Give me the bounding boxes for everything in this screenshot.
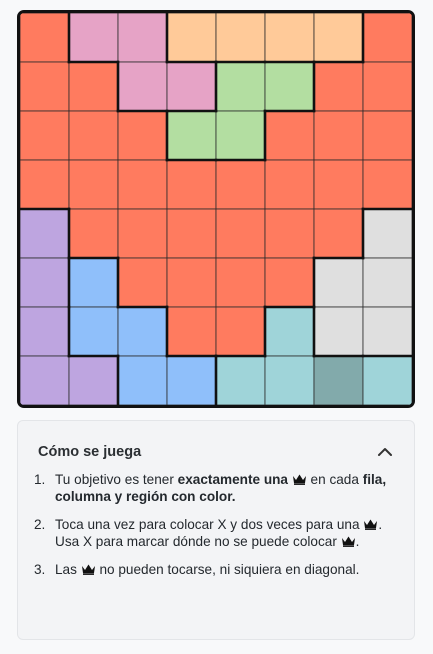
board-cell[interactable] — [68, 61, 119, 112]
board-cell[interactable] — [264, 208, 315, 259]
board-cell[interactable] — [215, 61, 266, 112]
board-cell[interactable] — [117, 355, 168, 405]
board-cell[interactable] — [68, 355, 119, 405]
board-cell[interactable] — [362, 355, 412, 405]
board-cell[interactable] — [117, 159, 168, 210]
board-cell[interactable] — [215, 257, 266, 308]
board-grid — [20, 13, 412, 405]
board-cell[interactable] — [313, 257, 364, 308]
how-to-play-panel: Cómo se juega 1. Tu objetivo es tener ex… — [17, 420, 415, 640]
board-cell[interactable] — [68, 306, 119, 357]
board-cell[interactable] — [215, 13, 266, 63]
board-cell[interactable] — [117, 208, 168, 259]
crown-icon — [364, 519, 378, 530]
instruction-step-3: 3. Las no pueden tocarse, ni siquiera en… — [34, 562, 360, 577]
board-cell[interactable] — [362, 208, 412, 259]
chevron-up-icon[interactable] — [376, 445, 394, 459]
board-cell[interactable] — [215, 306, 266, 357]
board-cell[interactable] — [215, 355, 266, 405]
board-cell[interactable] — [166, 257, 217, 308]
board-cell[interactable] — [20, 13, 70, 63]
board-cell[interactable] — [264, 306, 315, 357]
instruction-step-2: 2. Toca una vez para colocar X y dos vec… — [34, 517, 383, 549]
board-cell[interactable] — [117, 13, 168, 63]
board-cell[interactable] — [313, 110, 364, 161]
board-cell[interactable] — [362, 13, 412, 63]
board-cell[interactable] — [20, 257, 70, 308]
board-cell[interactable] — [68, 159, 119, 210]
board-cell[interactable] — [215, 208, 266, 259]
crown-icon — [292, 474, 306, 485]
board-cell[interactable] — [313, 159, 364, 210]
board-cell[interactable] — [20, 61, 70, 112]
board-cell[interactable] — [313, 61, 364, 112]
board-cell[interactable] — [362, 306, 412, 357]
instruction-step-1: 1. Tu objetivo es tener exactamente una … — [34, 472, 387, 504]
board-cell[interactable] — [362, 257, 412, 308]
board-cell[interactable] — [313, 306, 364, 357]
board-cell[interactable] — [215, 110, 266, 161]
board-cell[interactable] — [264, 110, 315, 161]
board-cell[interactable] — [362, 110, 412, 161]
board-cell[interactable] — [313, 13, 364, 63]
board-cell[interactable] — [166, 208, 217, 259]
board-cell[interactable] — [313, 355, 364, 405]
board-cell[interactable] — [20, 110, 70, 161]
board-cell[interactable] — [68, 13, 119, 63]
board-cell[interactable] — [264, 61, 315, 112]
board-cell[interactable] — [68, 257, 119, 308]
board-cell[interactable] — [117, 306, 168, 357]
board-cell[interactable] — [166, 159, 217, 210]
board-cell[interactable] — [20, 355, 70, 405]
board-cell[interactable] — [20, 208, 70, 259]
board-cell[interactable] — [117, 257, 168, 308]
board-cell[interactable] — [68, 208, 119, 259]
board-cell[interactable] — [313, 208, 364, 259]
board-cell[interactable] — [264, 13, 315, 63]
crown-icon — [81, 564, 95, 575]
board-cell[interactable] — [166, 355, 217, 405]
board-cell[interactable] — [166, 306, 217, 357]
board-cell[interactable] — [362, 159, 412, 210]
board-cell[interactable] — [166, 110, 217, 161]
game-board — [17, 10, 415, 408]
board-cell[interactable] — [215, 159, 266, 210]
board-cell[interactable] — [166, 61, 217, 112]
board-cell[interactable] — [362, 61, 412, 112]
board-cell[interactable] — [264, 355, 315, 405]
panel-title: Cómo se juega — [38, 444, 142, 460]
board-cell[interactable] — [264, 257, 315, 308]
board-cell[interactable] — [264, 159, 315, 210]
crown-icon — [341, 536, 355, 547]
board-cell[interactable] — [117, 110, 168, 161]
board-cell[interactable] — [166, 13, 217, 63]
board-cell[interactable] — [20, 306, 70, 357]
board-cell[interactable] — [117, 61, 168, 112]
board-cell[interactable] — [20, 159, 70, 210]
instructions-list: 1. Tu objetivo es tener exactamente una … — [34, 471, 398, 589]
board-cell[interactable] — [68, 110, 119, 161]
how-to-play-header[interactable]: Cómo se juega — [38, 441, 394, 463]
